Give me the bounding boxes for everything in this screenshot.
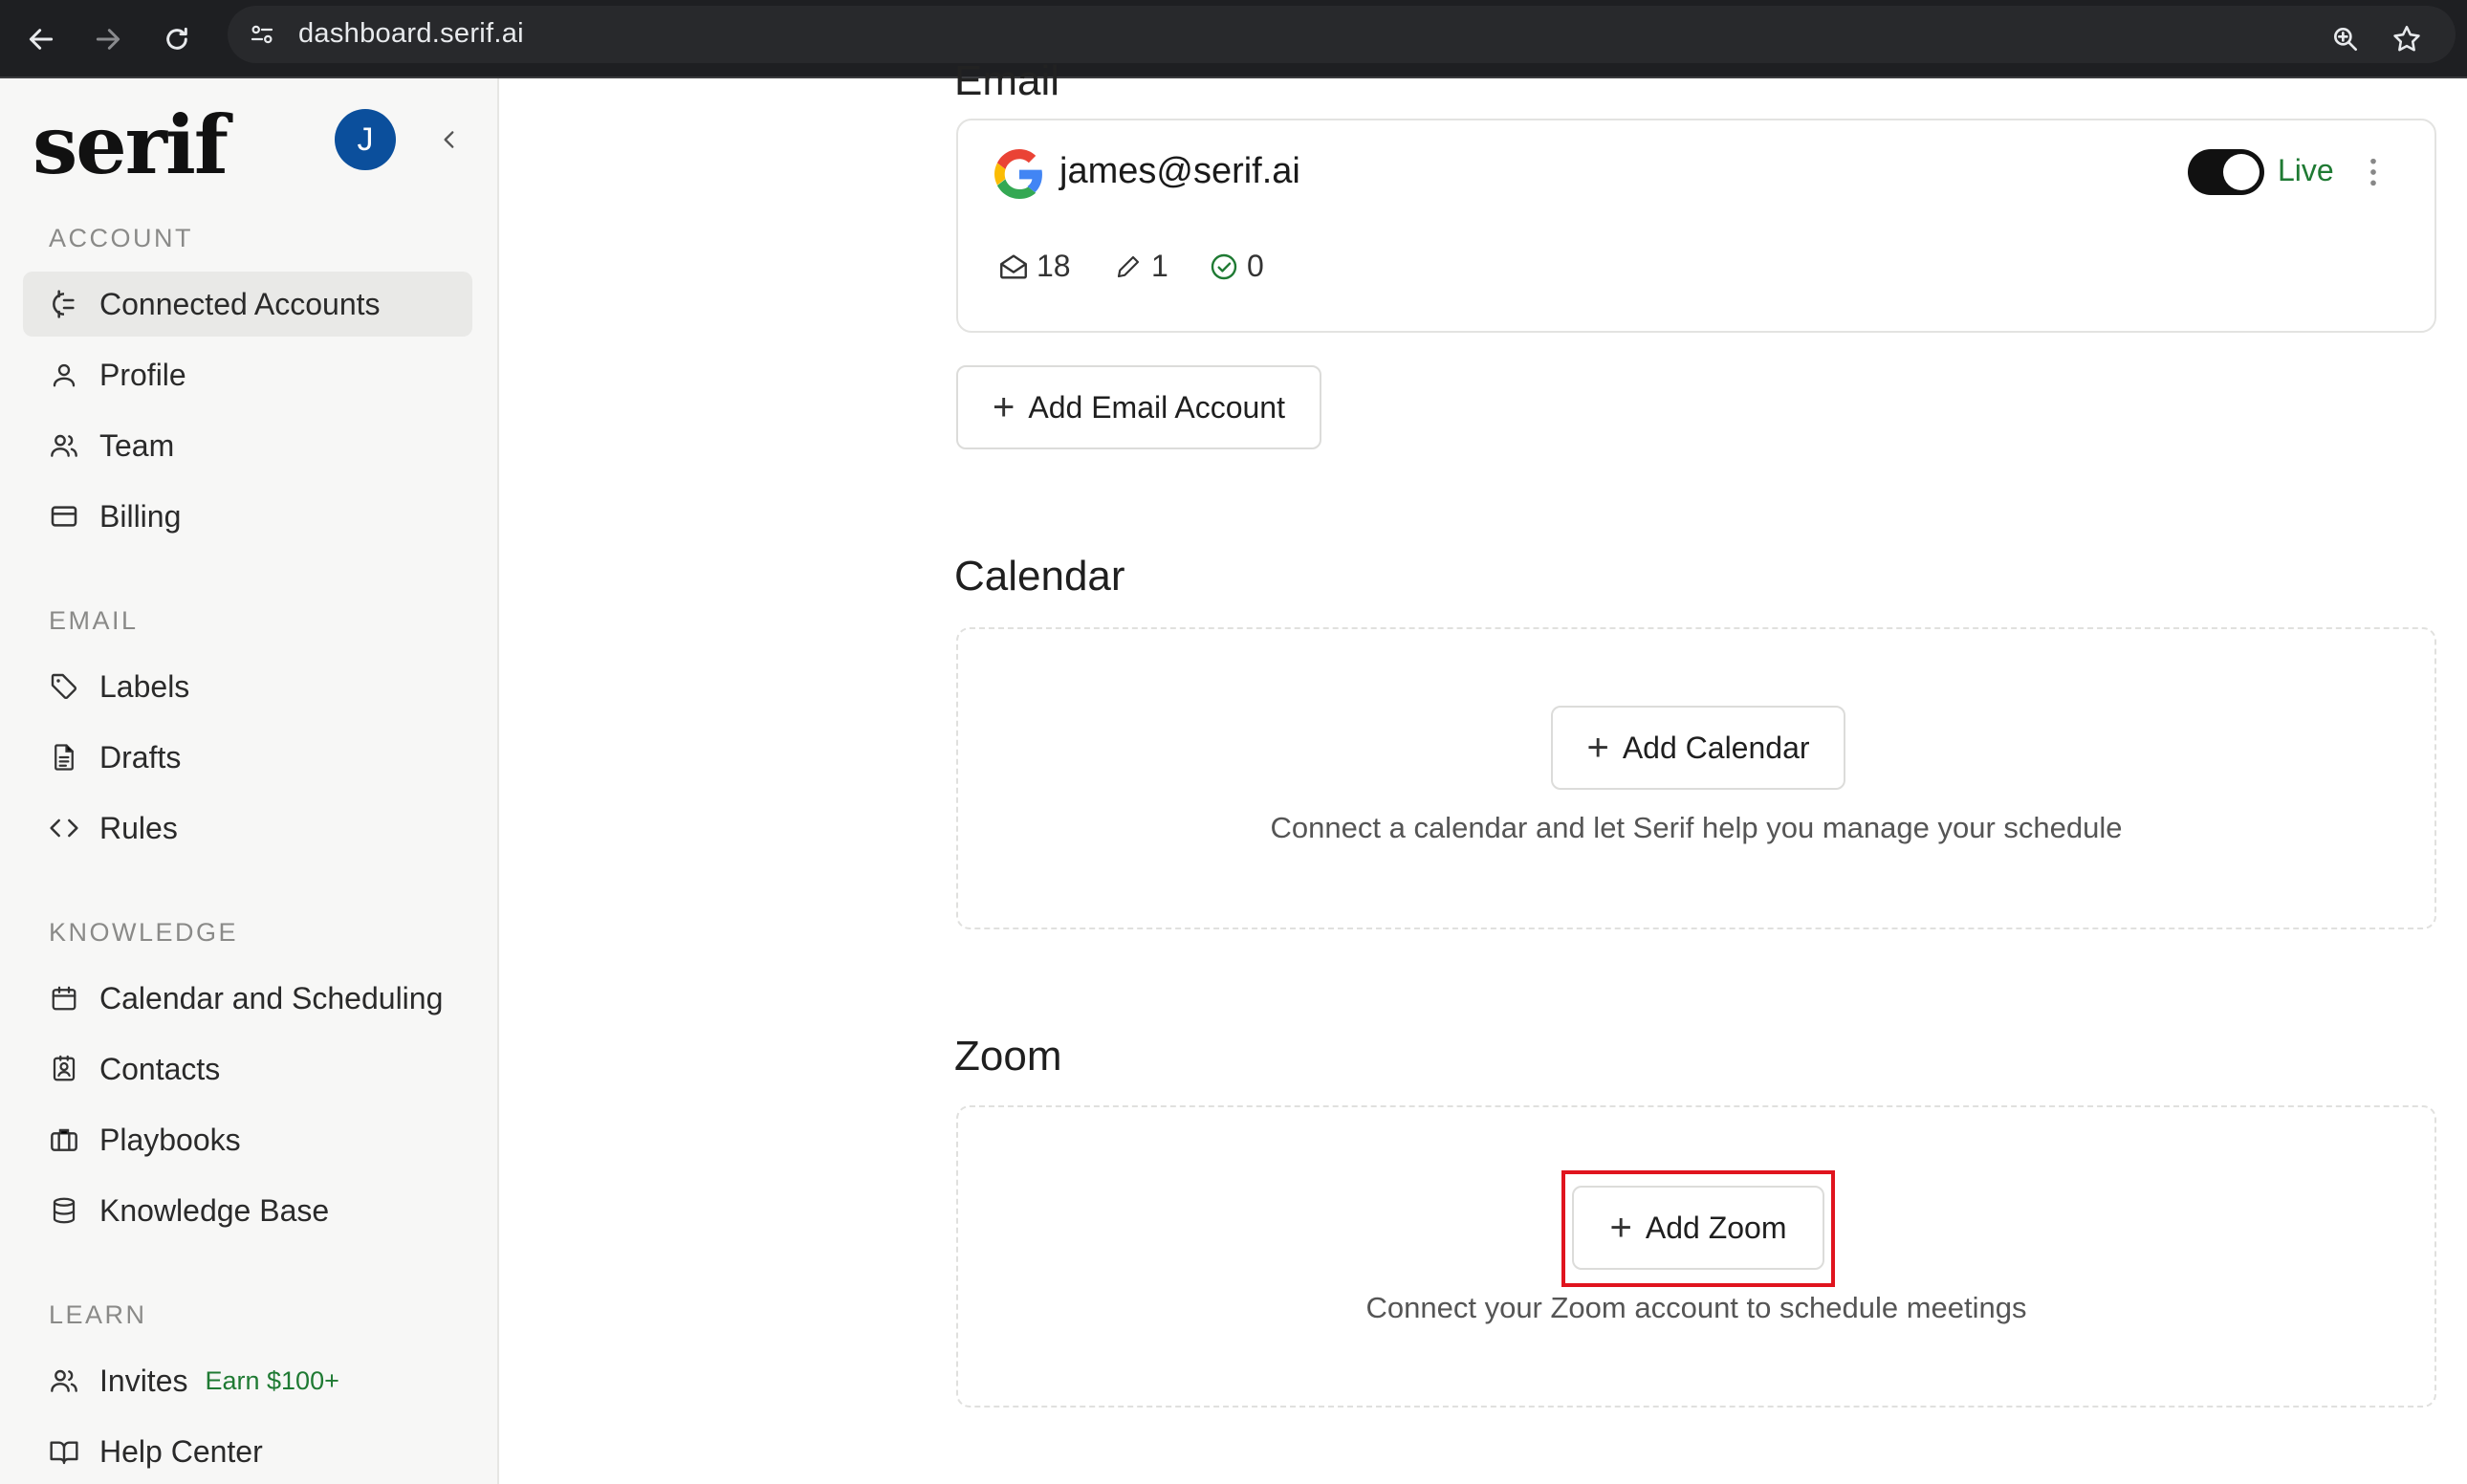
add-email-account-button[interactable]: + Add Email Account — [956, 365, 1321, 449]
email-section-title: Email — [954, 57, 1060, 104]
serif-logo[interactable]: serif — [33, 98, 229, 193]
users-icon — [48, 1364, 80, 1397]
draft-count: 1 — [1151, 249, 1168, 283]
sidebar-item-calendar-scheduling[interactable]: Calendar and Scheduling — [23, 966, 472, 1031]
section-label-learn: LEARN — [49, 1300, 147, 1329]
reload-icon[interactable] — [153, 15, 201, 63]
sidebar-item-team[interactable]: Team — [23, 413, 472, 478]
envelope-open-icon — [996, 250, 1031, 284]
section-label-email: EMAIL — [49, 606, 139, 635]
calendar-empty-state: + Add Calendar Connect a calendar and le… — [956, 627, 2436, 929]
sidebar-item-label: Team — [99, 427, 175, 463]
google-icon — [994, 149, 1042, 199]
bookmark-star-icon[interactable] — [2383, 15, 2431, 63]
calendar-hint: Connect a calendar and let Serif help yo… — [1270, 811, 2123, 844]
inbox-count: 18 — [1037, 249, 1071, 283]
sidebar-item-label: Playbooks — [99, 1122, 241, 1157]
sidebar-item-label: Profile — [99, 357, 186, 392]
live-status: Live — [2278, 153, 2334, 187]
calendar-section-title: Calendar — [954, 553, 1125, 600]
document-icon — [48, 741, 80, 774]
sidebar-item-label: Drafts — [99, 739, 182, 775]
site-info-icon[interactable] — [243, 15, 281, 54]
sidebar-item-help-center[interactable]: Help Center — [23, 1419, 472, 1484]
earn-badge: Earn $100+ — [205, 1365, 339, 1395]
add-email-account-label: Add Email Account — [1028, 389, 1285, 425]
zoom-section-title: Zoom — [954, 1033, 1062, 1080]
zoom-hint: Connect your Zoom account to schedule me… — [1365, 1291, 2027, 1324]
book-open-icon — [48, 1435, 80, 1468]
back-arrow-icon[interactable] — [17, 15, 65, 63]
url-text: dashboard.serif.ai — [298, 18, 524, 49]
sidebar-item-label: Rules — [99, 810, 178, 845]
sidebar-item-label: Help Center — [99, 1433, 263, 1469]
email-account-card: james@serif.ai Live 18 1 0 — [956, 119, 2436, 333]
done-count: 0 — [1247, 249, 1264, 283]
forward-arrow-icon[interactable] — [84, 15, 132, 63]
sidebar-item-drafts[interactable]: Drafts — [23, 725, 472, 790]
calendar-icon — [48, 982, 80, 1015]
tag-icon — [48, 670, 80, 703]
add-calendar-button[interactable]: + Add Calendar — [1551, 706, 1845, 790]
done-stat: 0 — [1207, 249, 1264, 284]
sidebar-item-billing[interactable]: Billing — [23, 484, 472, 549]
account-email: james@serif.ai — [1059, 151, 1300, 191]
sidebar-item-label: Connected Accounts — [99, 286, 381, 321]
section-label-account: ACCOUNT — [49, 224, 193, 252]
code-brackets-icon — [48, 812, 80, 844]
collapse-sidebar-chevron-icon[interactable] — [430, 120, 469, 159]
highlight-box — [1561, 1170, 1835, 1287]
user-icon — [48, 359, 80, 391]
sidebar-item-connected-accounts[interactable]: Connected Accounts — [23, 272, 472, 337]
sidebar-item-rules[interactable]: Rules — [23, 796, 472, 861]
browser-toolbar: dashboard.serif.ai — [0, 0, 2467, 78]
sidebar-item-playbooks[interactable]: Playbooks — [23, 1107, 472, 1172]
plus-icon: + — [993, 386, 1015, 428]
sidebar-item-labels[interactable]: Labels — [23, 654, 472, 719]
sidebar: serif J ACCOUNT Connected Accounts Profi… — [0, 78, 499, 1484]
more-options-icon[interactable] — [2364, 153, 2383, 191]
contact-card-icon — [48, 1053, 80, 1085]
briefcase-icon — [48, 1124, 80, 1156]
add-calendar-label: Add Calendar — [1622, 730, 1810, 765]
sidebar-item-label: Billing — [99, 498, 182, 534]
database-icon — [48, 1194, 80, 1227]
inbox-stat: 18 — [996, 249, 1071, 284]
check-circle-icon — [1207, 250, 1241, 284]
section-label-knowledge: KNOWLEDGE — [49, 918, 239, 947]
plus-icon: + — [1586, 727, 1609, 769]
sidebar-item-label: Labels — [99, 668, 190, 704]
plug-icon — [48, 288, 80, 320]
live-toggle[interactable] — [2188, 149, 2264, 195]
credit-card-icon — [48, 500, 80, 533]
users-icon — [48, 429, 80, 462]
main-content: Email james@serif.ai Live 18 1 0 + Add E… — [499, 57, 2467, 1484]
sidebar-item-label: Knowledge Base — [99, 1192, 330, 1228]
address-bar[interactable]: dashboard.serif.ai — [228, 6, 2456, 63]
sidebar-item-invites[interactable]: Invites Earn $100+ — [23, 1348, 472, 1413]
user-avatar[interactable]: J — [335, 109, 396, 170]
sidebar-item-label: Invites — [99, 1363, 188, 1398]
sidebar-item-knowledge-base[interactable]: Knowledge Base — [23, 1178, 472, 1243]
zoom-magnifier-icon[interactable] — [2322, 15, 2369, 63]
sidebar-item-label: Contacts — [99, 1051, 221, 1086]
toggle-knob — [2223, 154, 2260, 190]
sidebar-item-profile[interactable]: Profile — [23, 342, 472, 407]
drafts-stat: 1 — [1111, 249, 1168, 284]
pencil-icon — [1111, 250, 1146, 284]
sidebar-item-label: Calendar and Scheduling — [99, 980, 444, 1015]
sidebar-item-contacts[interactable]: Contacts — [23, 1037, 472, 1102]
